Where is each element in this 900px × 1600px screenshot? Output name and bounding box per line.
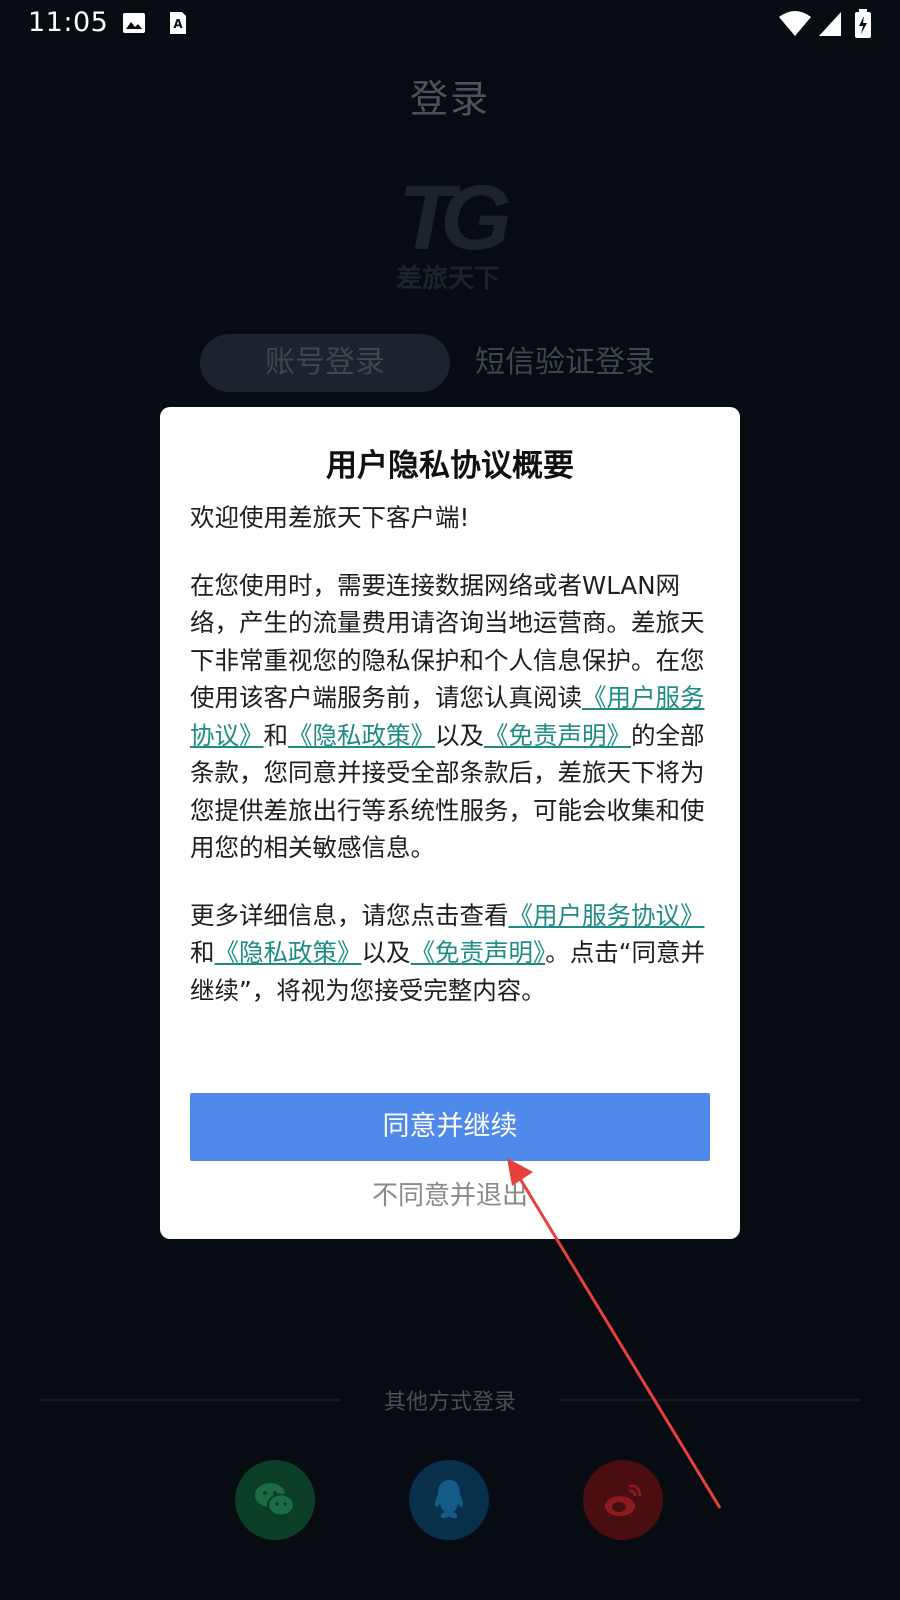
paragraph-text: 和 [263,720,289,750]
privacy-policy-link[interactable]: 《隐私政策》 [215,938,362,967]
privacy-policy-link[interactable]: 《隐私政策》 [288,721,435,750]
wifi-icon [779,11,811,36]
status-time: 11:05 [28,7,109,38]
user-agreement-link[interactable]: 《用户服务协议》 [509,901,705,930]
paragraph-text: 以及 [361,938,411,967]
a-text-icon: A [170,12,186,34]
paragraph-text: 和 [190,938,215,967]
privacy-dialog: 用户隐私协议概要 欢迎使用差旅天下客户端! 在您使用时，需要连接数据网络或者WL… [160,407,740,1239]
qq-login-button[interactable] [409,1460,489,1540]
page-title: 登录 [409,77,490,121]
dialog-title: 用户隐私协议概要 [326,448,574,484]
paragraph-text: 以及 [435,720,484,750]
welcome-text: 欢迎使用差旅天下客户端! [190,503,470,532]
weibo-icon [605,1484,642,1516]
tab-sms-login[interactable]: 短信验证登录 [475,334,695,392]
wechat-login-button[interactable] [235,1460,315,1540]
paragraph-text: 更多详细信息，请您点击查看 [190,900,509,930]
disclaimer-link[interactable]: 《免责声明》 [484,721,631,750]
disclaimer-link[interactable]: 《免责声明》 [411,938,546,967]
divider-right [560,1399,860,1401]
agree-button[interactable]: 同意并继续 [190,1093,710,1161]
weibo-login-button[interactable] [583,1460,663,1540]
details-paragraph: 更多详细信息，请您点击查看《用户服务协议》和《隐私政策》以及《免责声明》。点击“… [190,897,715,1010]
privacy-paragraph: 在您使用时，需要连接数据网络或者WLAN网络，产生的流量费用请咨询当地运营商。差… [190,567,715,867]
app-logo: TG 差旅天下 [383,167,513,295]
other-login-label: 其他方式登录 [383,1390,516,1415]
status-bar: 11:05 A [0,0,900,48]
logo-subtext: 差旅天下 [395,264,500,294]
wechat-icon [255,1483,295,1517]
dialog-body: 欢迎使用差旅天下客户端! 在您使用时，需要连接数据网络或者WLAN网络，产生的流… [190,499,715,1039]
image-icon [123,13,145,33]
divider-left [40,1399,340,1401]
tab-account-login[interactable]: 账号登录 [200,334,450,392]
decline-button[interactable]: 不同意并退出 [160,1175,740,1212]
svg-text:A: A [173,17,183,31]
logo-text: TG [398,167,512,269]
signal-icon [819,12,841,36]
qq-icon [434,1480,464,1519]
battery-icon [855,9,871,38]
